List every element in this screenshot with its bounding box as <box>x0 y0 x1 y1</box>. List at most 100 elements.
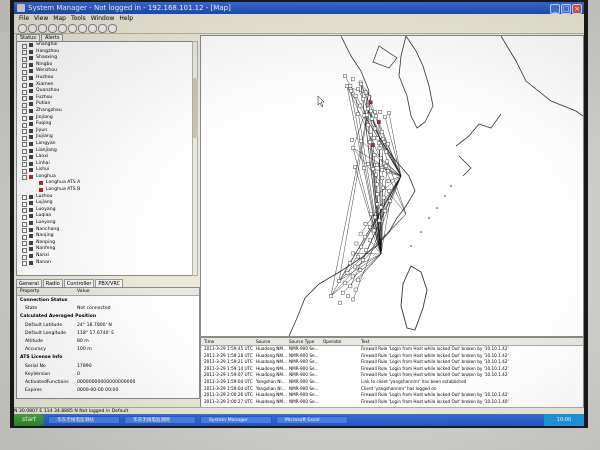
site-node[interactable] <box>351 251 355 256</box>
tree-item[interactable]: Wenzhou <box>17 68 193 75</box>
site-node[interactable] <box>363 235 367 239</box>
scroll-thumb[interactable] <box>193 78 198 138</box>
site-node[interactable] <box>365 113 369 117</box>
site-node[interactable] <box>329 294 333 298</box>
site-node[interactable] <box>385 159 389 164</box>
taskbar-button[interactable]: Microsoft Excel <box>276 416 348 424</box>
toolbar-button[interactable] <box>18 24 27 33</box>
log-row[interactable]: 2011-3-29 1:59:21 UTC Huadong NM... NMR-90… <box>201 359 583 365</box>
site-node[interactable] <box>364 90 368 95</box>
site-node[interactable] <box>372 153 377 157</box>
site-node[interactable] <box>353 165 357 169</box>
site-node[interactable] <box>379 205 383 210</box>
site-node[interactable] <box>381 185 385 190</box>
site-node[interactable] <box>364 248 368 252</box>
tree-item[interactable]: Longhua <box>17 174 193 181</box>
map-canvas[interactable] <box>201 36 583 336</box>
tree-item[interactable]: Putian <box>17 101 193 108</box>
site-node[interactable] <box>361 258 365 262</box>
log-row[interactable]: 2011-3-29 1:59:45 UTC Huadong NM... NMR-90… <box>201 346 583 352</box>
tree-item[interactable]: Jiujiang <box>17 134 193 141</box>
site-node[interactable] <box>369 116 374 121</box>
menu-window[interactable]: Window <box>91 15 115 22</box>
log-col-type[interactable]: Source Type <box>289 338 314 345</box>
site-node[interactable] <box>358 231 363 236</box>
site-node[interactable] <box>373 126 377 131</box>
log-col-text[interactable]: Text <box>361 338 369 345</box>
menu-view[interactable]: View <box>34 15 48 22</box>
site-node[interactable] <box>345 271 350 275</box>
site-node[interactable] <box>359 245 364 249</box>
site-node[interactable] <box>361 97 365 101</box>
tree-item[interactable]: Nanfeng <box>17 246 193 253</box>
site-node[interactable] <box>353 264 357 269</box>
site-node[interactable] <box>372 136 376 140</box>
site-node[interactable] <box>366 123 370 128</box>
taskbar-button[interactable]: System Manager <box>200 416 272 424</box>
site-node[interactable] <box>375 163 379 167</box>
site-node[interactable] <box>365 107 370 111</box>
taskbar-button[interactable]: 华东无线电监测网 <box>124 416 196 424</box>
site-node[interactable] <box>338 300 342 305</box>
start-button[interactable]: start <box>14 414 44 426</box>
minimize-button[interactable]: _ <box>550 4 560 14</box>
site-node[interactable] <box>374 182 379 187</box>
site-node[interactable] <box>378 156 383 160</box>
site-node[interactable] <box>383 208 387 213</box>
site-node[interactable] <box>348 261 352 266</box>
toolbar-button[interactable] <box>38 24 47 33</box>
site-node[interactable] <box>381 137 385 141</box>
site-node[interactable] <box>387 189 391 193</box>
toolbar-button[interactable] <box>58 24 67 33</box>
site-node[interactable] <box>354 241 359 246</box>
maximize-button[interactable]: □ <box>561 4 571 14</box>
site-node[interactable] <box>356 87 360 91</box>
toolbar-button[interactable] <box>48 24 57 33</box>
site-node[interactable] <box>374 114 378 118</box>
site-node[interactable] <box>351 146 355 150</box>
site-node[interactable] <box>377 141 381 145</box>
tree-item[interactable]: Nanan <box>17 260 193 267</box>
site-node[interactable] <box>386 169 390 174</box>
site-node[interactable] <box>362 166 366 170</box>
site-node[interactable] <box>377 146 382 151</box>
title-bar[interactable]: System Manager - Not logged in - 192.168… <box>14 2 584 14</box>
site-node[interactable] <box>349 89 353 93</box>
site-node[interactable] <box>380 168 384 172</box>
site-node[interactable] <box>359 82 363 86</box>
site-node[interactable] <box>346 294 350 298</box>
site-node[interactable] <box>368 133 373 137</box>
menu-map[interactable]: Map <box>53 15 66 22</box>
site-node[interactable] <box>368 140 372 144</box>
site-node[interactable] <box>380 176 385 180</box>
site-node[interactable] <box>350 274 355 279</box>
site-node[interactable] <box>356 254 360 259</box>
site-node[interactable] <box>383 115 387 119</box>
tree-item[interactable]: Longyan <box>17 141 193 148</box>
site-node[interactable] <box>374 172 378 177</box>
tree-item[interactable]: Lujiang <box>17 200 193 207</box>
log-row[interactable]: 2011-3-29 1:59:28 UTC Huadong NM... NMR-90… <box>201 353 583 359</box>
site-node[interactable] <box>387 111 391 115</box>
site-node[interactable] <box>369 109 373 113</box>
close-button[interactable]: × <box>572 4 582 14</box>
tree-item[interactable]: Zhangzhou <box>17 108 193 115</box>
site-node[interactable] <box>386 179 391 183</box>
taskbar-button[interactable]: 华东无线电监测站 <box>48 416 120 424</box>
site-node[interactable] <box>384 164 388 168</box>
site-node[interactable] <box>363 222 368 226</box>
site-node[interactable] <box>371 167 375 171</box>
site-node[interactable] <box>372 228 376 233</box>
site-node[interactable] <box>350 138 354 142</box>
log-row[interactable]: 2011-3-29 1:59:14 UTC Huadong NM... NMR-90… <box>201 366 583 372</box>
event-log[interactable]: Time Source Source Type Operator Text 20… <box>200 337 584 409</box>
site-node[interactable] <box>351 297 355 302</box>
site-node[interactable] <box>348 84 353 88</box>
site-node[interactable] <box>375 136 380 141</box>
site-node[interactable] <box>378 110 382 114</box>
site-node[interactable] <box>369 212 373 216</box>
menu-help[interactable]: Help <box>119 15 133 22</box>
site-node[interactable] <box>358 268 363 272</box>
log-row[interactable]: 2011-3-29 1:59:07 UTC Huadong NM... NMR-90… <box>201 372 583 378</box>
site-node[interactable] <box>356 277 360 282</box>
